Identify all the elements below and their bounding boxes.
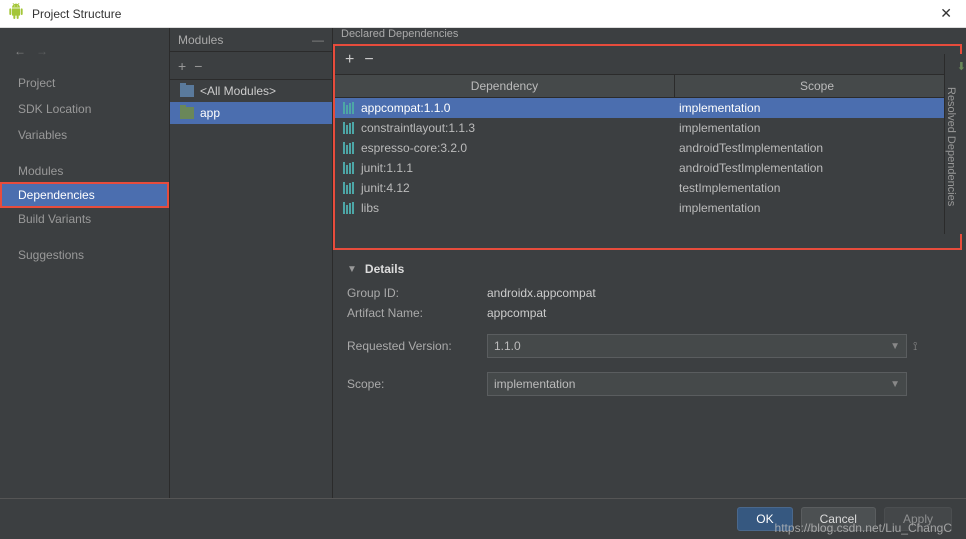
dep-scope: implementation bbox=[675, 121, 960, 135]
dep-scope: testImplementation bbox=[675, 181, 960, 195]
resolved-dependencies-label: Resolved Dependencies bbox=[945, 87, 957, 206]
sidebar-item-sdk-location[interactable]: SDK Location bbox=[0, 96, 169, 122]
window-title: Project Structure bbox=[32, 7, 121, 21]
library-icon bbox=[343, 142, 355, 154]
sidebar-item-dependencies[interactable]: Dependencies bbox=[0, 182, 169, 208]
add-module-icon[interactable]: + bbox=[178, 58, 186, 74]
collapse-icon[interactable]: ▼ bbox=[347, 264, 357, 275]
dep-scope: androidTestImplementation bbox=[675, 141, 960, 155]
dep-row[interactable]: appcompat:1.1.0 implementation bbox=[335, 98, 960, 118]
declared-deps-title: Declared Dependencies bbox=[333, 28, 966, 40]
dep-toolbar: + − bbox=[335, 46, 960, 75]
dialog-footer: OK Cancel Apply https://blog.csdn.net/Li… bbox=[0, 498, 966, 539]
cancel-button[interactable]: Cancel bbox=[801, 507, 876, 531]
dep-table-body: appcompat:1.1.0 implementation constrain… bbox=[335, 98, 960, 248]
remove-dependency-icon[interactable]: − bbox=[364, 52, 373, 68]
details-title: Details bbox=[365, 262, 404, 276]
main-area: ← → Project SDK Location Variables Modul… bbox=[0, 28, 966, 498]
module-all[interactable]: <All Modules> bbox=[170, 80, 332, 102]
dep-name: junit:4.12 bbox=[361, 181, 410, 195]
ok-button[interactable]: OK bbox=[737, 507, 792, 531]
module-app[interactable]: app bbox=[170, 102, 332, 124]
dep-row[interactable]: junit:4.12 testImplementation bbox=[335, 178, 960, 198]
modules-panel: Modules — + − <All Modules> app bbox=[170, 28, 333, 498]
library-icon bbox=[343, 182, 355, 194]
close-icon[interactable]: ✕ bbox=[934, 5, 958, 22]
modules-toolbar: + − bbox=[170, 52, 332, 80]
minimize-icon[interactable]: — bbox=[312, 33, 324, 47]
modules-header: Modules — bbox=[170, 28, 332, 52]
requested-version-value: 1.1.0 bbox=[494, 339, 521, 353]
declared-deps-area: + − Dependency Scope appcompat:1.1.0 imp… bbox=[333, 44, 962, 250]
dep-row[interactable]: constraintlayout:1.1.3 implementation bbox=[335, 118, 960, 138]
col-dependency[interactable]: Dependency bbox=[335, 75, 675, 97]
dep-name: appcompat:1.1.0 bbox=[361, 101, 450, 115]
dependencies-panel: Declared Dependencies + − Dependency Sco… bbox=[333, 28, 966, 498]
dep-scope: implementation bbox=[675, 101, 960, 115]
library-icon bbox=[343, 122, 355, 134]
add-dependency-icon[interactable]: + bbox=[345, 52, 354, 68]
artifact-name-value: appcompat bbox=[487, 306, 546, 320]
library-icon bbox=[343, 102, 355, 114]
dep-scope: implementation bbox=[675, 201, 960, 215]
nav-arrows: ← → bbox=[0, 38, 169, 70]
resolved-icon: ⬇ bbox=[957, 60, 966, 73]
group-id-value: androidx.appcompat bbox=[487, 286, 596, 300]
remove-module-icon[interactable]: − bbox=[194, 58, 202, 74]
sidebar-item-project[interactable]: Project bbox=[0, 70, 169, 96]
requested-version-label: Requested Version: bbox=[347, 339, 487, 353]
col-scope[interactable]: Scope bbox=[675, 75, 960, 97]
android-icon bbox=[8, 3, 24, 24]
requested-version-dropdown[interactable]: 1.1.0 ▼ bbox=[487, 334, 907, 358]
link-icon[interactable]: ⟟ bbox=[913, 339, 917, 354]
details-section: ▼ Details Group ID: androidx.appcompat A… bbox=[333, 254, 966, 410]
chevron-down-icon: ▼ bbox=[890, 379, 900, 390]
group-id-label: Group ID: bbox=[347, 286, 487, 300]
sidebar-item-variables[interactable]: Variables bbox=[0, 122, 169, 148]
dep-name: constraintlayout:1.1.3 bbox=[361, 121, 475, 135]
apply-button[interactable]: Apply bbox=[884, 507, 952, 531]
scope-label: Scope: bbox=[347, 377, 487, 391]
library-icon bbox=[343, 162, 355, 174]
module-label: app bbox=[200, 106, 220, 120]
dep-row[interactable]: junit:1.1.1 androidTestImplementation bbox=[335, 158, 960, 178]
dep-scope: androidTestImplementation bbox=[675, 161, 960, 175]
folder-icon bbox=[180, 107, 194, 119]
sidebar-item-build-variants[interactable]: Build Variants bbox=[0, 206, 169, 232]
modules-title: Modules bbox=[178, 33, 223, 47]
resolved-dependencies-tab[interactable]: ⬇ Resolved Dependencies bbox=[944, 54, 966, 234]
dep-table-header: Dependency Scope bbox=[335, 75, 960, 98]
sidebar-item-modules[interactable]: Modules bbox=[0, 158, 169, 184]
artifact-name-label: Artifact Name: bbox=[347, 306, 487, 320]
dep-row[interactable]: espresso-core:3.2.0 androidTestImplement… bbox=[335, 138, 960, 158]
dep-name: junit:1.1.1 bbox=[361, 161, 413, 175]
chevron-down-icon: ▼ bbox=[890, 341, 900, 352]
folder-icon bbox=[180, 85, 194, 97]
dep-name: espresso-core:3.2.0 bbox=[361, 141, 467, 155]
back-icon[interactable]: ← bbox=[14, 44, 26, 58]
sidebar-item-suggestions[interactable]: Suggestions bbox=[0, 242, 169, 268]
scope-dropdown[interactable]: implementation ▼ bbox=[487, 372, 907, 396]
dep-row[interactable]: libs implementation bbox=[335, 198, 960, 218]
library-icon bbox=[343, 202, 355, 214]
sidebar: ← → Project SDK Location Variables Modul… bbox=[0, 28, 170, 498]
scope-value: implementation bbox=[494, 377, 575, 391]
forward-icon[interactable]: → bbox=[36, 44, 48, 58]
titlebar: Project Structure ✕ bbox=[0, 0, 966, 28]
dep-name: libs bbox=[361, 201, 379, 215]
module-label: <All Modules> bbox=[200, 84, 276, 98]
